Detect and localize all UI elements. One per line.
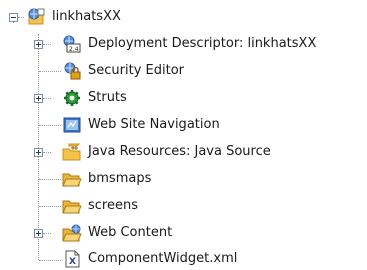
security-editor-icon bbox=[62, 62, 82, 80]
collapse-toggle[interactable] bbox=[9, 13, 18, 22]
tree-line bbox=[39, 206, 61, 207]
xml-file-icon: X bbox=[62, 250, 82, 268]
tree-line bbox=[39, 260, 61, 261]
tree-item-label: Struts bbox=[88, 90, 127, 105]
web-site-navigation-icon bbox=[62, 116, 82, 134]
tree-line bbox=[43, 152, 51, 153]
tree-root-linkhatsXX[interactable]: linkhatsXX bbox=[26, 6, 121, 28]
struts-gear-icon bbox=[62, 89, 82, 107]
tree-line bbox=[43, 233, 51, 234]
folder-icon bbox=[62, 170, 82, 188]
project-explorer-tree: linkhatsXX 2.4 Deployment Descriptor: li… bbox=[0, 0, 367, 270]
expand-toggle[interactable] bbox=[34, 94, 43, 103]
svg-text:2.4: 2.4 bbox=[69, 46, 79, 53]
tree-item-label: ComponentWidget.xml bbox=[88, 251, 238, 266]
tree-line bbox=[39, 71, 61, 72]
expand-toggle[interactable] bbox=[34, 40, 43, 49]
tree-item-security-editor[interactable]: Security Editor bbox=[62, 60, 184, 82]
tree-line bbox=[43, 98, 51, 99]
tree-item-label: Deployment Descriptor: linkhatsXX bbox=[88, 36, 317, 51]
tree-line bbox=[18, 17, 24, 18]
tree-item-label: Web Content bbox=[88, 225, 173, 240]
expand-toggle[interactable] bbox=[34, 148, 43, 157]
tree-item-bmsmaps[interactable]: bmsmaps bbox=[62, 168, 151, 190]
tree-item-deployment-descriptor[interactable]: 2.4 Deployment Descriptor: linkhatsXX bbox=[62, 33, 316, 55]
tree-item-label: bmsmaps bbox=[88, 171, 152, 186]
expand-toggle[interactable] bbox=[34, 229, 43, 238]
tree-item-java-resources[interactable]: Java Resources: Java Source bbox=[62, 141, 271, 163]
tree-item-label: Web Site Navigation bbox=[88, 117, 220, 132]
tree-line bbox=[39, 179, 61, 180]
tree-item-label: Java Resources: Java Source bbox=[88, 144, 271, 159]
svg-text:X: X bbox=[69, 257, 76, 267]
tree-item-screens[interactable]: screens bbox=[62, 195, 138, 217]
tree-root-label: linkhatsXX bbox=[52, 9, 121, 24]
tree-line bbox=[39, 125, 61, 126]
web-project-icon bbox=[26, 8, 46, 26]
java-resources-icon bbox=[62, 143, 82, 161]
folder-icon bbox=[62, 197, 82, 215]
deployment-descriptor-icon: 2.4 bbox=[62, 35, 82, 53]
tree-item-label: Security Editor bbox=[88, 63, 184, 78]
web-content-folder-icon bbox=[62, 224, 82, 242]
tree-item-web-site-navigation[interactable]: Web Site Navigation bbox=[62, 114, 220, 136]
tree-line bbox=[43, 44, 51, 45]
tree-item-label: screens bbox=[88, 198, 138, 213]
tree-item-componentwidget-xml[interactable]: X ComponentWidget.xml bbox=[62, 248, 237, 270]
tree-item-web-content[interactable]: Web Content bbox=[62, 222, 172, 244]
tree-line bbox=[38, 34, 39, 260]
tree-item-struts[interactable]: Struts bbox=[62, 87, 127, 109]
